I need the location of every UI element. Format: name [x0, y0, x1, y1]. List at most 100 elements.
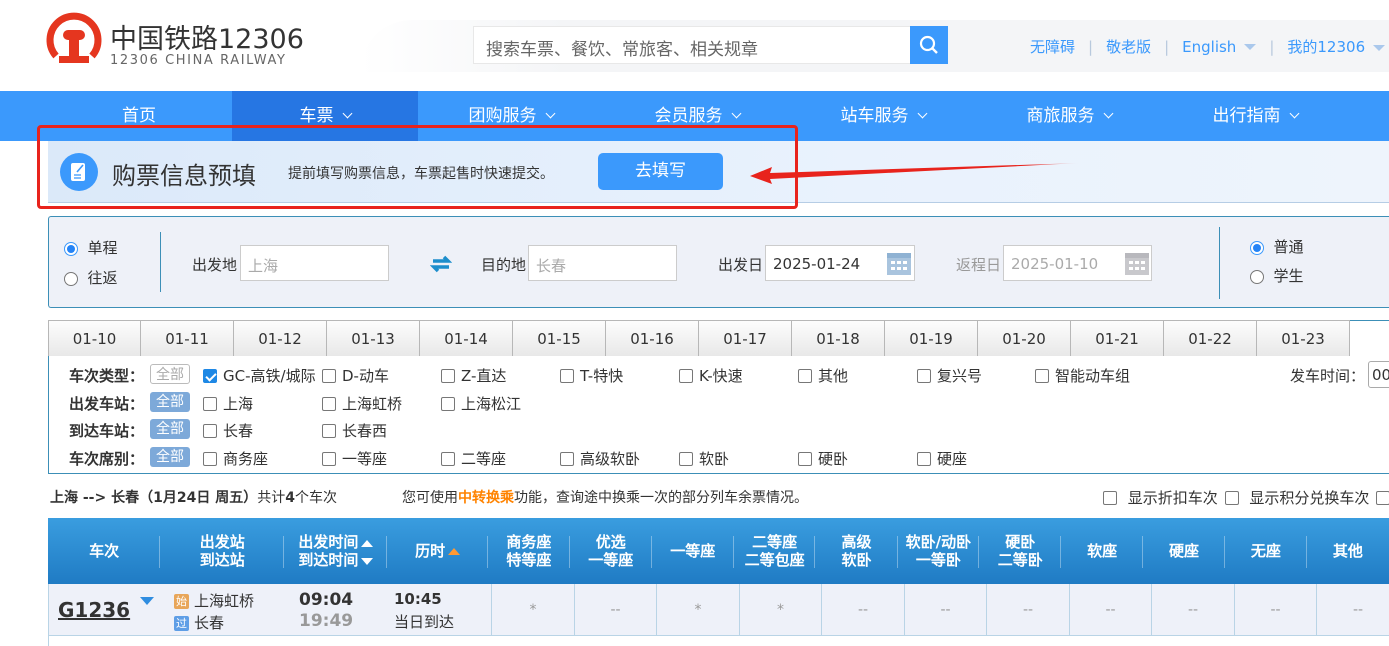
sort-arrive[interactable]: 到达时间: [298, 551, 374, 569]
filter-option[interactable]: 软卧: [679, 448, 729, 469]
filter-option[interactable]: D-动车: [322, 365, 389, 386]
checkbox[interactable]: [203, 424, 217, 438]
date-tab[interactable]: 01-13: [327, 320, 420, 357]
date-tab[interactable]: 01-12: [234, 320, 327, 357]
checkbox[interactable]: [798, 369, 812, 383]
table-row[interactable]: [48, 636, 1389, 646]
filter-option[interactable]: 复兴号: [917, 365, 982, 386]
seat-cell[interactable]: *: [739, 584, 821, 636]
checkbox[interactable]: [1224, 491, 1239, 505]
swap-stations-icon[interactable]: [430, 255, 452, 273]
checkbox[interactable]: [917, 369, 931, 383]
select-all-button[interactable]: 全部: [150, 447, 190, 467]
prefill-fill-button[interactable]: 去填写: [598, 153, 723, 190]
filter-option[interactable]: K-快速: [679, 365, 743, 386]
date-tab[interactable]: 01-23: [1257, 320, 1350, 357]
seat-cell[interactable]: --: [1316, 584, 1389, 636]
nav-member-service[interactable]: 会员服务: [604, 91, 790, 141]
table-row[interactable]: G1236 始上海虹桥 过长春 09:04 19:49 10:45 当日到达 *…: [48, 584, 1389, 636]
checkbox[interactable]: [1376, 491, 1389, 505]
site-search-input[interactable]: 搜索车票、餐饮、常旅客、相关规章: [473, 26, 911, 64]
filter-option[interactable]: T-特快: [560, 365, 623, 386]
passenger-normal-radio[interactable]: 普通: [1250, 236, 1304, 257]
checkbox[interactable]: [441, 369, 455, 383]
accessibility-link[interactable]: 无障碍: [1030, 36, 1075, 57]
show-points-option[interactable]: 显示积分兑换车次: [1223, 489, 1369, 507]
checkbox[interactable]: [917, 452, 931, 466]
nav-business-service[interactable]: 商旅服务: [976, 91, 1162, 141]
show-discount-option[interactable]: 显示折扣车次: [1103, 489, 1218, 507]
date-tab[interactable]: 01-19: [885, 320, 978, 357]
filter-option[interactable]: 上海松江: [441, 393, 521, 414]
date-tab-current[interactable]: [1350, 320, 1389, 357]
seat-cell[interactable]: --: [821, 584, 904, 636]
filter-option[interactable]: 硬座: [917, 448, 967, 469]
filter-option[interactable]: 二等座: [441, 448, 506, 469]
seat-cell[interactable]: --: [986, 584, 1069, 636]
select-all-button[interactable]: 全部: [150, 392, 190, 412]
sort-depart[interactable]: 出发时间: [298, 533, 374, 551]
date-tab[interactable]: 01-14: [420, 320, 513, 357]
trip-round-radio[interactable]: 往返: [64, 267, 118, 288]
date-tab[interactable]: 01-21: [1071, 320, 1164, 357]
date-tab[interactable]: 01-20: [978, 320, 1071, 357]
passenger-student-radio[interactable]: 学生: [1250, 265, 1304, 286]
checkbox[interactable]: [679, 452, 693, 466]
train-number-link[interactable]: G1236: [58, 598, 130, 622]
checkbox[interactable]: [203, 452, 217, 466]
nav-home[interactable]: 首页: [46, 91, 232, 141]
checkbox[interactable]: [203, 369, 217, 383]
checkbox[interactable]: [322, 369, 336, 383]
seat-cell[interactable]: --: [1151, 584, 1234, 636]
checkbox[interactable]: [322, 397, 336, 411]
seat-cell[interactable]: --: [1069, 584, 1151, 636]
calendar-icon[interactable]: [886, 250, 912, 276]
nav-tickets[interactable]: 车票: [232, 91, 418, 141]
nav-station-service[interactable]: 站车服务: [790, 91, 976, 141]
checkbox[interactable]: [322, 424, 336, 438]
date-tab[interactable]: 01-10: [48, 320, 141, 357]
checkbox[interactable]: [1103, 491, 1117, 505]
nav-travel-guide[interactable]: 出行指南: [1162, 91, 1348, 141]
trip-one-way-radio[interactable]: 单程: [64, 237, 118, 258]
checkbox[interactable]: [441, 452, 455, 466]
checkbox[interactable]: [798, 452, 812, 466]
expand-stops-icon[interactable]: [140, 597, 154, 605]
filter-option[interactable]: 长春西: [322, 420, 387, 441]
checkbox[interactable]: [1035, 369, 1049, 383]
transfer-link[interactable]: 中转换乘: [458, 490, 514, 506]
select-all-button[interactable]: 全部: [150, 419, 190, 439]
date-tab[interactable]: 01-15: [513, 320, 606, 357]
filter-option[interactable]: 高级软卧: [560, 448, 640, 469]
filter-option[interactable]: 硬卧: [798, 448, 848, 469]
seat-cell[interactable]: *: [491, 584, 574, 636]
radio-button[interactable]: [64, 271, 78, 286]
depart-time-select[interactable]: 00: [1368, 361, 1389, 388]
radio-button[interactable]: [1250, 240, 1264, 255]
nav-group-service[interactable]: 团购服务: [418, 91, 604, 141]
elderly-mode-link[interactable]: 敬老版: [1106, 36, 1151, 57]
seat-cell[interactable]: --: [574, 584, 656, 636]
filter-option[interactable]: 商务座: [203, 448, 268, 469]
radio-button[interactable]: [64, 241, 78, 256]
calendar-icon[interactable]: [1124, 250, 1150, 276]
checkbox[interactable]: [203, 397, 217, 411]
date-tab[interactable]: 01-11: [141, 320, 234, 357]
seat-cell[interactable]: *: [656, 584, 739, 636]
radio-button[interactable]: [1250, 269, 1264, 284]
language-dropdown[interactable]: English: [1182, 38, 1257, 56]
search-button[interactable]: [910, 26, 948, 64]
china-railway-logo-icon[interactable]: [46, 10, 102, 70]
my-12306-dropdown[interactable]: 我的12306: [1287, 36, 1386, 57]
date-tab[interactable]: 01-17: [699, 320, 792, 357]
filter-option[interactable]: 上海: [203, 393, 253, 414]
from-station-input[interactable]: 上海: [240, 245, 389, 281]
seat-cell[interactable]: --: [1234, 584, 1316, 636]
filter-option[interactable]: 长春: [203, 420, 253, 441]
filter-option[interactable]: Z-直达: [441, 365, 506, 386]
seat-cell[interactable]: --: [904, 584, 986, 636]
checkbox[interactable]: [679, 369, 693, 383]
checkbox[interactable]: [560, 369, 574, 383]
filter-option[interactable]: 上海虹桥: [322, 393, 402, 414]
col-times[interactable]: 出发时间 到达时间: [284, 518, 388, 584]
